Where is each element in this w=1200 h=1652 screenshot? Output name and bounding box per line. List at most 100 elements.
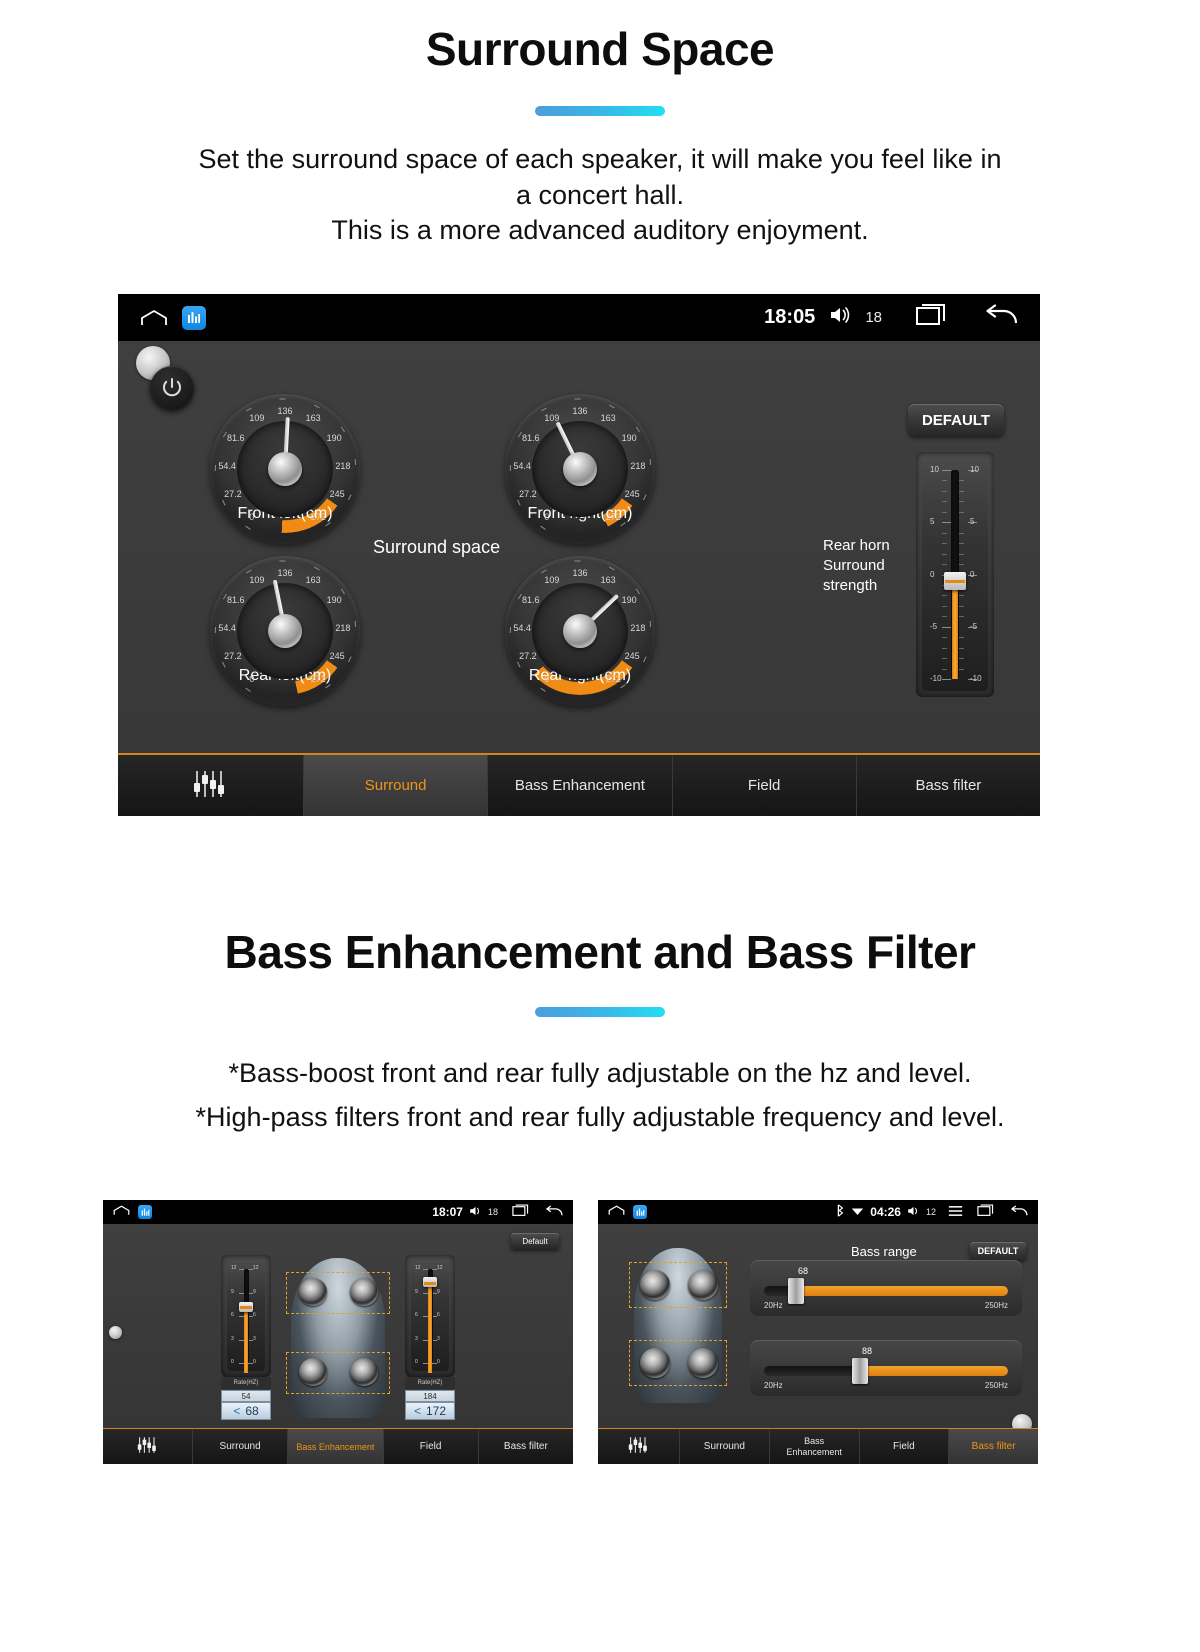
rear-slider-knob[interactable] [852,1358,868,1384]
rear-slider-fill [856,1366,1008,1376]
recents-icon[interactable] [977,1204,994,1220]
home-icon[interactable] [140,309,168,327]
dial-scale-label: 218 [335,622,351,633]
bass-bullet-2: *High-pass filters front and rear fully … [195,1102,1005,1132]
fader-tick [942,522,951,524]
back-icon[interactable] [545,1204,563,1220]
tab-bass-enhancement[interactable]: Bass Enhancement [769,1429,860,1464]
wifi-icon [851,1205,864,1219]
dial-scale-label: 0 [544,673,550,684]
home-icon[interactable] [608,1205,625,1219]
rear-value: 172 [425,1404,447,1418]
rear-bass-fader[interactable]: 12 12 9 9 6 6 3 3 0 0 [405,1255,455,1377]
tab-equalizer[interactable] [103,1429,193,1464]
dial-scale-label: 136 [572,406,588,416]
fader-scale-label: -10 [930,674,942,683]
tab-surround[interactable]: Surround [680,1429,770,1464]
fader-scale-label: -5 [970,621,978,631]
fader-minor-tick [942,564,947,566]
recents-icon[interactable] [512,1204,529,1220]
tab-bass-enhancement[interactable]: Bass Enhancement [488,755,673,816]
tab-field[interactable]: Field [383,1429,479,1464]
dial-scale-label: 136 [277,406,293,416]
tab-bass-filter[interactable]: Bass filter [856,755,1040,816]
tab-field[interactable]: Field [672,755,857,816]
dial-scale-label: 81.6 [522,595,540,606]
menu-icon[interactable] [948,1205,963,1220]
dial-scale-label: 245 [624,489,640,500]
dial-scale-label: 163 [305,575,321,586]
tab-surround[interactable]: Surround [304,755,489,816]
fader-minor-tick [942,532,947,534]
fader-knob[interactable] [944,571,966,590]
fader-scale-label: 0 [437,1359,440,1365]
default-button[interactable]: DEFAULT [908,404,1004,436]
dial-rear-right[interactable]: Rear right(cm) 0 27.2 54.4 81.6 109 136 163 190… [505,556,655,706]
dial-scale-label: 272 [605,673,621,684]
bass-filter-screenshot: 04:26 12 DEFAULT Bass range 68 20Hz 250H… [598,1200,1038,1464]
back-icon[interactable] [984,303,1018,332]
tab-bass-enhancement-label: Bass Enhancement [786,1436,842,1457]
dial-rear-left[interactable]: Rear left(cm) 027.254.481.61091361631902… [210,556,360,706]
status-time: 04:26 [870,1205,901,1219]
rear-value-field[interactable]: < 172 [405,1402,455,1420]
default-button[interactable]: Default [511,1233,559,1249]
bluetooth-icon [835,1204,845,1220]
tab-bass-enhancement[interactable]: Bass Enhancement [288,1429,384,1464]
fader-minor-tick [942,511,947,513]
status-time: 18:05 [764,306,816,328]
fader-scale-label: 5 [970,517,975,527]
home-icon[interactable] [113,1205,130,1219]
tab-bass-filter[interactable]: Bass filter [949,1429,1038,1464]
fader-minor-tick [942,543,947,545]
power-button[interactable] [150,366,194,410]
tab-equalizer[interactable] [598,1429,680,1464]
default-button[interactable]: DEFAULT [970,1242,1026,1260]
dial-hub [563,452,597,486]
fader-tick [942,679,951,680]
fader-minor-tick [942,490,947,492]
dial-scale-label: 27.2 [519,489,537,500]
front-slider-value: 68 [798,1266,809,1276]
front-value-field[interactable]: < 68 [221,1402,271,1420]
fader-scale-label: 3 [231,1335,234,1342]
dial-tick [649,459,651,466]
dial-front-left[interactable]: Front left(cm) 027.254.481.6109136163190… [210,394,360,544]
rear-slider-min-label: 20Hz [764,1381,783,1390]
dial-front-right[interactable]: Front right(cm) 0 27.2 54.4 81.6 109 136 163 19… [505,394,655,544]
fader-scale-label: 9 [253,1288,256,1295]
fader-scale-label: -5 [930,621,938,631]
front-bass-fader[interactable]: 12 12 9 9 6 6 3 3 0 0 [221,1255,271,1377]
dial-hub [268,614,302,648]
dial-scale-label: 54.4 [218,622,236,633]
speaker-rear-left-icon [640,1348,670,1378]
rear-horn-surround-strength-fader[interactable]: 10 10 5 5 0 0 -5 -5 -10 -10 [916,452,994,697]
recents-icon[interactable] [916,303,946,333]
fader-minor-tick [942,668,947,670]
fader-minor-tick [942,658,947,660]
equalizer-app-icon[interactable] [138,1205,152,1219]
fader-tick [432,1269,437,1270]
equalizer-app-icon[interactable] [182,305,206,330]
fader-tick [248,1339,253,1341]
tab-field[interactable]: Field [859,1429,950,1464]
front-slider-knob[interactable] [788,1278,804,1304]
fader-knob[interactable] [239,1301,253,1312]
front-bass-range-panel: 68 20Hz 250Hz [750,1260,1022,1316]
fader-minor-tick [942,605,947,607]
fader-minor-tick [959,490,964,492]
dial-scale-label: 27.2 [519,651,537,662]
back-icon[interactable] [1010,1204,1028,1220]
tab-surround[interactable]: Surround [193,1429,289,1464]
fader-fill [244,1306,248,1373]
fader-scale-label: 0 [970,569,975,579]
tab-bass-filter[interactable]: Bass filter [478,1429,573,1464]
equalizer-app-icon[interactable] [633,1205,647,1219]
fader-knob[interactable] [423,1277,437,1288]
fader-minor-tick [959,605,964,607]
fader-scale-label: 10 [970,465,979,474]
tab-equalizer[interactable] [118,755,304,816]
speaker-front-left-icon [299,1278,327,1306]
dial-scale-label: 245 [624,651,640,662]
dial-scale-label: 136 [277,568,293,578]
